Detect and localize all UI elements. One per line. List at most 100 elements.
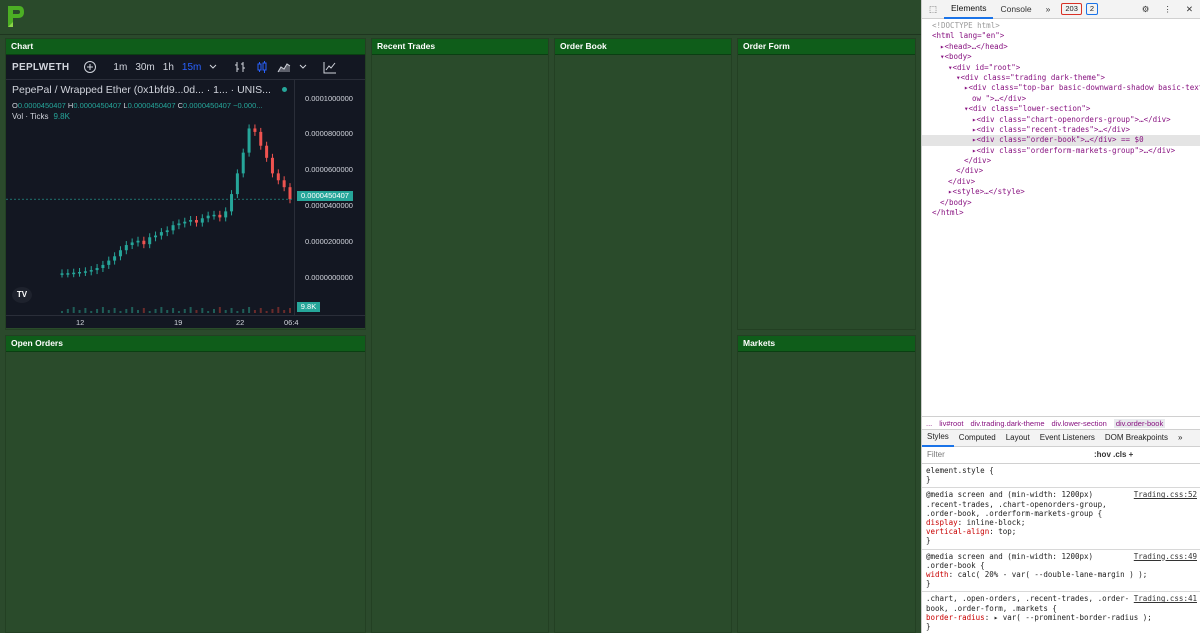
message-count-badge[interactable]: 2 <box>1085 3 1099 15</box>
volume-bar <box>183 309 186 313</box>
dom-node-line[interactable]: ▸<div class="recent-trades">…</div> <box>922 125 1200 135</box>
dom-node-text: </div> <box>948 176 976 186</box>
styles-tab[interactable]: Styles <box>922 429 954 447</box>
css-line: element.style { <box>926 466 994 475</box>
css-source-link[interactable]: Trading.css:49 <box>1134 552 1197 561</box>
volume-bar <box>277 307 280 313</box>
volume-bar <box>148 311 151 313</box>
error-count-badge[interactable]: 203 <box>1061 3 1082 15</box>
time-axis[interactable]: 12 19 22 06:4 ⚙ <box>6 315 365 328</box>
dom-node-line[interactable]: ▾<body> <box>922 52 1200 62</box>
styles-tab[interactable]: Event Listeners <box>1035 430 1100 446</box>
dom-node-line[interactable]: ▾<div id="root"> <box>922 63 1200 73</box>
css-line: book, .order-form, .markets { <box>926 603 1057 613</box>
dom-node-line[interactable]: </div> <box>922 166 1200 176</box>
filter-input[interactable]: Filter <box>927 447 945 463</box>
breadcrumb-item[interactable]: div.lower-section <box>1052 419 1107 428</box>
filter-options[interactable]: :hov .cls + <box>1094 447 1133 463</box>
pepepal-logo-icon[interactable] <box>5 4 25 29</box>
css-rule[interactable]: Trading.css:49 @media screen and (min-wid… <box>922 550 1200 593</box>
styles-rules[interactable]: element.style {} Trading.css:52 @media scr… <box>922 464 1200 633</box>
breadcrumb-item[interactable]: liv#root <box>939 419 963 428</box>
timeframe-15m[interactable]: 15m <box>182 62 201 73</box>
timeframe-1m[interactable]: 1m <box>113 62 127 73</box>
css-rule[interactable]: Trading.css:52 @media screen and (min-wid… <box>922 488 1200 550</box>
settings-gear-icon[interactable]: ⚙ <box>1135 0 1157 18</box>
dom-node-line[interactable]: ▸<div class="top-bar basic-downward-shad… <box>922 83 1200 93</box>
dom-node-line[interactable]: ▸<head>…</head> <box>922 42 1200 52</box>
css-source-link[interactable]: Trading.css:41 <box>1134 594 1197 603</box>
tradingview-logo[interactable]: TV <box>12 287 32 303</box>
dom-node-line[interactable]: </div> <box>922 156 1200 166</box>
styles-filter[interactable]: Filter :hov .cls + <box>922 447 1200 464</box>
styles-tab[interactable]: Computed <box>954 430 1001 446</box>
breadcrumb[interactable]: ... liv#root div.trading.dark-theme div.low… <box>922 416 1200 430</box>
volume-bar <box>265 311 268 313</box>
more-options-icon[interactable]: ⋮ <box>1156 0 1179 18</box>
volume-bar <box>90 311 93 313</box>
area-style-icon[interactable] <box>277 60 291 74</box>
styles-tab[interactable]: Layout <box>1001 430 1035 446</box>
volume-bar <box>195 310 198 313</box>
dom-node-line[interactable]: </body> <box>922 198 1200 208</box>
dom-node-line[interactable]: </div> <box>922 177 1200 187</box>
dom-node-line[interactable]: </html> <box>922 208 1200 218</box>
volume-bar <box>218 307 221 313</box>
breadcrumb-item[interactable]: ... <box>926 419 932 428</box>
timeframe-1h[interactable]: 1h <box>163 62 174 73</box>
css-rule[interactable]: element.style {} <box>922 464 1200 489</box>
tab-elements[interactable]: Elements <box>944 0 994 19</box>
dom-node-text: ▸<style>…</style> <box>948 187 1025 197</box>
price-plot[interactable] <box>6 79 294 315</box>
add-symbol-icon[interactable] <box>83 60 97 74</box>
breadcrumb-item[interactable]: div.trading.dark-theme <box>970 419 1044 428</box>
dom-node-line[interactable]: ow ">…</div> <box>922 94 1200 104</box>
candles-style-icon[interactable] <box>255 60 269 74</box>
dom-node-line[interactable]: ▸<style>…</style> <box>922 187 1200 197</box>
dom-node-text: </div> <box>964 156 992 166</box>
css-source-link[interactable]: Trading.css:52 <box>1134 490 1197 499</box>
devtools-tabbar: ⬚ Elements Console » 203 2 ⚙ ⋮ ✕ <box>922 0 1200 19</box>
price-axis[interactable]: 0.0001000000 0.0000800000 0.0000600000 0… <box>294 79 365 315</box>
candle-body <box>60 273 64 275</box>
dom-node-line[interactable]: ▾<div class="lower-section"> <box>922 104 1200 114</box>
indicators-icon[interactable] <box>323 60 337 74</box>
breadcrumb-item[interactable]: div.order-book <box>1113 419 1166 428</box>
tradingview-chart[interactable]: PEPLWETH 1m 30m 1h 15m PepePal / Wrapped… <box>6 55 365 328</box>
timeframe-30m[interactable]: 30m <box>135 62 154 73</box>
dom-node-line[interactable]: <html lang="en"> <box>922 31 1200 41</box>
dom-node-line[interactable]: <!DOCTYPE html> <box>922 21 1200 31</box>
dom-node-text: ow ">…</div> <box>972 93 1027 103</box>
chart-symbol[interactable]: PEPLWETH <box>12 62 69 73</box>
candle-body <box>259 131 263 146</box>
dom-tree[interactable]: <!DOCTYPE html> <html lang="en"> ▸<head>…<… <box>922 19 1200 218</box>
css-rule[interactable]: Trading.css:41 .chart, .open-orders, .rec… <box>922 592 1200 633</box>
candle-body <box>78 271 82 274</box>
dom-node-text: ▸<head>…</head> <box>940 41 1008 51</box>
order-book-panel: Order Book <box>554 38 732 633</box>
inspect-icon[interactable]: ⬚ <box>922 0 944 18</box>
dom-node-line[interactable]: ▸<div class="order-book">…</div> == $0 <box>922 135 1200 146</box>
volume-bar <box>131 307 134 313</box>
tab-console[interactable]: Console <box>993 0 1038 18</box>
tab-more[interactable]: » <box>1039 0 1058 18</box>
dom-node-text: ▾<body> <box>940 52 972 62</box>
dom-node-text: </div> <box>956 166 984 176</box>
dom-node-text: <html lang="en"> <box>932 31 1005 41</box>
bars-style-icon[interactable] <box>233 60 247 74</box>
candle-body <box>270 157 274 174</box>
close-icon[interactable]: ✕ <box>1179 0 1200 18</box>
dom-node-line[interactable]: ▸<div class="chart-openorders-group">…</… <box>922 115 1200 125</box>
volume-bar <box>253 310 256 313</box>
chevron-down-icon[interactable] <box>299 60 307 74</box>
volume-bar <box>125 309 128 313</box>
devtools-panel: ⬚ Elements Console » 203 2 ⚙ ⋮ ✕ <!DOCTY… <box>921 0 1200 633</box>
chevron-down-icon[interactable] <box>209 60 217 74</box>
candle-body <box>124 245 128 251</box>
dom-node-line[interactable]: ▸<div class="orderform-markets-group">…<… <box>922 146 1200 156</box>
dom-node-line[interactable]: ▾<div class="trading dark-theme"> <box>922 73 1200 83</box>
styles-tab[interactable]: » <box>1173 430 1187 446</box>
styles-tab[interactable]: DOM Breakpoints <box>1100 430 1173 446</box>
candle-body <box>288 187 292 200</box>
top-bar <box>0 0 921 35</box>
